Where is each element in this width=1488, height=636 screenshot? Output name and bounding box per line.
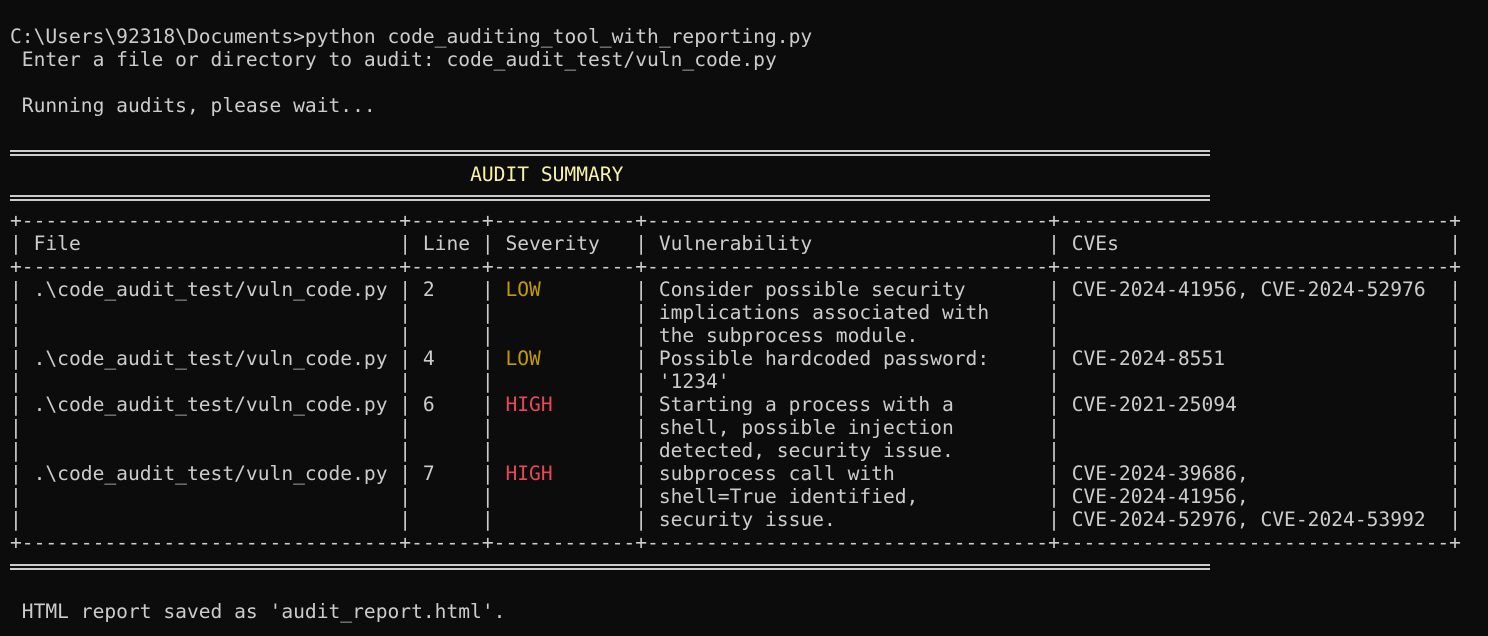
summary-rule-bottom — [10, 195, 1210, 201]
table-row: | .\code_audit_test/vuln_code.py | 4 | L… — [10, 347, 1462, 370]
cell-vulnerability: shell=True identified, — [658, 485, 919, 508]
input-prompt-label: Enter a file or directory to audit: — [10, 48, 447, 71]
table-row: | | | | shell, possible injection | | — [10, 416, 1462, 439]
cell-severity: LOW — [505, 278, 541, 301]
cell-vulnerability: subprocess call with — [658, 462, 895, 485]
table-row: | | | | security issue. | CVE-2024-52976… — [10, 508, 1462, 531]
column-header: Severity — [505, 232, 600, 255]
cell-cves: CVE-2024-39686, — [1071, 462, 1249, 485]
cell-severity: HIGH — [505, 462, 553, 485]
cell-vulnerability: implications associated with — [658, 301, 990, 324]
table-header-row: | File | Line | Severity | Vulnerability… — [10, 232, 1462, 255]
column-header: CVEs — [1071, 232, 1119, 255]
summary-rule-top — [10, 150, 1210, 156]
table-row: | | | | implications associated with | | — [10, 301, 1462, 324]
cell-severity: LOW — [505, 347, 541, 370]
table-row: | | | | the subprocess module. | | — [10, 324, 1462, 347]
table-border-header: +--------------------------------+------… — [10, 255, 1461, 278]
command-text: python code_auditing_tool_with_reporting… — [304, 25, 813, 48]
cell-vulnerability: the subprocess module. — [658, 324, 919, 347]
column-header: Line — [422, 232, 471, 255]
cell-line: 7 — [422, 462, 435, 485]
cell-vulnerability: Possible hardcoded password: — [658, 347, 990, 370]
cell-vulnerability: Consider possible security — [658, 278, 966, 301]
cell-file: .\code_audit_test/vuln_code.py — [33, 393, 388, 416]
summary-title-line: AUDIT SUMMARY — [10, 163, 1461, 186]
table-row: | .\code_audit_test/vuln_code.py | 7 | H… — [10, 462, 1462, 485]
report-message: HTML report saved as 'audit_report.html'… — [10, 600, 506, 623]
table-border-top: +--------------------------------+------… — [10, 209, 1461, 232]
cell-file: .\code_audit_test/vuln_code.py — [33, 462, 388, 485]
summary-rule-end — [10, 564, 1210, 570]
command-prompt: C:\Users\92318\Documents> — [10, 25, 305, 48]
cell-severity: HIGH — [505, 393, 553, 416]
cell-cves: CVE-2024-8551 — [1071, 347, 1226, 370]
cell-vulnerability: detected, security issue. — [658, 439, 954, 462]
summary-title-pad — [10, 163, 470, 186]
cell-line: 2 — [422, 278, 435, 301]
summary-title: AUDIT SUMMARY — [470, 163, 624, 186]
table-row: | | | | '1234' | | — [10, 370, 1462, 393]
table-border-bottom: +--------------------------------+------… — [10, 531, 1461, 554]
cell-line: 6 — [422, 393, 435, 416]
input-prompt-line: Enter a file or directory to audit: code… — [10, 48, 1461, 71]
table-row: | .\code_audit_test/vuln_code.py | 2 | L… — [10, 278, 1462, 301]
cell-cves: CVE-2021-25094 — [1071, 393, 1237, 416]
cell-vulnerability: security issue. — [658, 508, 836, 531]
table-row: | | | | shell=True identified, | CVE-202… — [10, 485, 1462, 508]
input-prompt-value: code_audit_test/vuln_code.py — [446, 48, 777, 71]
cell-cves: CVE-2024-41956, — [1071, 485, 1249, 508]
cell-cves: CVE-2024-52976, CVE-2024-53992 — [1071, 508, 1426, 531]
status-message: Running audits, please wait... — [10, 94, 376, 117]
table-row: | | | | detected, security issue. | | — [10, 439, 1462, 462]
column-header: File — [33, 232, 81, 255]
terminal-output: C:\Users\92318\Documents>python code_aud… — [10, 25, 1461, 623]
table-row: | .\code_audit_test/vuln_code.py | 6 | H… — [10, 393, 1462, 416]
cell-vulnerability: '1234' — [658, 370, 730, 393]
cell-file: .\code_audit_test/vuln_code.py — [33, 278, 388, 301]
table-body: | .\code_audit_test/vuln_code.py | 2 | L… — [10, 278, 1461, 531]
cell-vulnerability: shell, possible injection — [658, 416, 954, 439]
column-header: Vulnerability — [658, 232, 813, 255]
cell-line: 4 — [422, 347, 435, 370]
command-line: C:\Users\92318\Documents>python code_aud… — [10, 25, 1461, 48]
cell-vulnerability: Starting a process with a — [658, 393, 954, 416]
cell-cves: CVE-2024-41956, CVE-2024-52976 — [1071, 278, 1426, 301]
cell-file: .\code_audit_test/vuln_code.py — [33, 347, 388, 370]
